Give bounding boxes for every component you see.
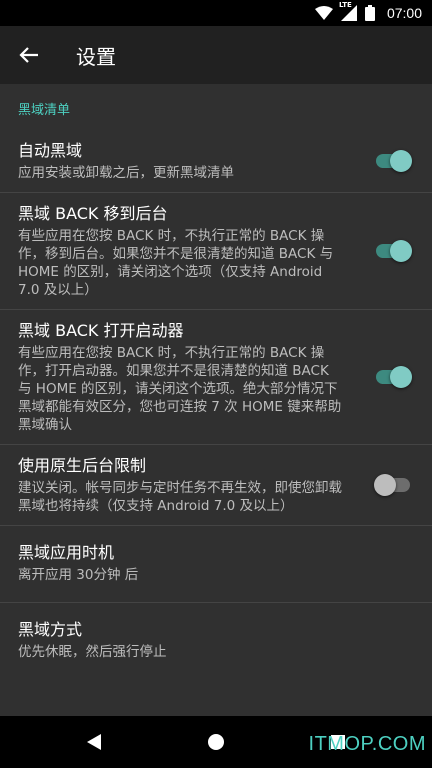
pref-auto-blacklist[interactable]: 自动黑域 应用安装或卸载之后，更新黑域清单 — [0, 130, 432, 193]
pref-summary: 有些应用在您按 BACK 时，不执行正常的 BACK 操作，打开启动器。如果您并… — [18, 345, 342, 433]
status-bar: LTE 07:00 — [0, 0, 432, 26]
switch-thumb — [374, 474, 396, 496]
app-bar: 设置 — [0, 26, 432, 84]
pref-blacklist-timing[interactable]: 黑域应用时机 离开应用 30分钟 后 — [0, 526, 432, 603]
pref-title: 黑域 BACK 移到后台 — [18, 204, 168, 223]
native-background-limit-toggle[interactable] — [374, 474, 410, 496]
pref-back-open-launcher[interactable]: 黑域 BACK 打开启动器 有些应用在您按 BACK 时，不执行正常的 BACK… — [0, 310, 432, 445]
settings-screen: LTE 07:00 设置 黑域清单 自动黑域 应用安装或卸载之后，更新黑域清单 … — [0, 0, 432, 768]
arrow-back-icon — [19, 47, 38, 63]
back-triangle-icon — [87, 734, 101, 750]
pref-title: 黑域方式 — [18, 620, 83, 639]
back-button[interactable] — [0, 26, 58, 84]
cell-signal-icon: LTE — [339, 1, 357, 21]
pref-title: 自动黑域 — [18, 141, 83, 160]
pref-title: 使用原生后台限制 — [18, 456, 147, 475]
pref-back-to-background[interactable]: 黑域 BACK 移到后台 有些应用在您按 BACK 时，不执行正常的 BACK … — [0, 193, 432, 310]
navigation-bar: ITMOP.COM — [0, 716, 432, 768]
nav-back-button[interactable] — [64, 716, 124, 768]
pref-title: 黑域应用时机 — [18, 543, 115, 562]
page-title: 设置 — [76, 44, 116, 69]
switch-thumb — [390, 150, 412, 172]
battery-icon — [364, 5, 375, 21]
pref-summary: 有些应用在您按 BACK 时，不执行正常的 BACK 操作，移到后台。如果您并不… — [18, 228, 334, 298]
pref-title: 黑域 BACK 打开启动器 — [18, 321, 184, 340]
auto-blacklist-toggle[interactable] — [376, 150, 412, 172]
switch-thumb — [390, 240, 412, 262]
switch-thumb — [390, 366, 412, 388]
status-time: 07:00 — [386, 5, 422, 21]
pref-blacklist-method[interactable]: 黑域方式 优先休眠，然后强行停止 — [0, 603, 432, 671]
pref-summary: 离开应用 30分钟 后 — [18, 567, 139, 583]
watermark: ITMOP.COM — [308, 733, 426, 755]
pref-summary: 建议关闭。帐号同步与定时任务不再生效，即使您卸载黑域也将持续（仅支持 Andro… — [18, 480, 342, 514]
back-open-launcher-toggle[interactable] — [376, 366, 412, 388]
back-to-background-toggle[interactable] — [376, 240, 412, 262]
nav-home-button[interactable] — [186, 716, 246, 768]
settings-list: 黑域清单 自动黑域 应用安装或卸载之后，更新黑域清单 黑域 BACK 移到后台 … — [0, 84, 432, 716]
category-header: 黑域清单 — [18, 103, 71, 118]
pref-summary: 优先休眠，然后强行停止 — [18, 644, 167, 660]
pref-native-background-limit[interactable]: 使用原生后台限制 建议关闭。帐号同步与定时任务不再生效，即使您卸载黑域也将持续（… — [0, 445, 432, 526]
wifi-icon — [314, 6, 333, 20]
pref-summary: 应用安装或卸载之后，更新黑域清单 — [18, 165, 234, 181]
home-circle-icon — [208, 734, 224, 750]
network-type-label: LTE — [338, 1, 352, 9]
